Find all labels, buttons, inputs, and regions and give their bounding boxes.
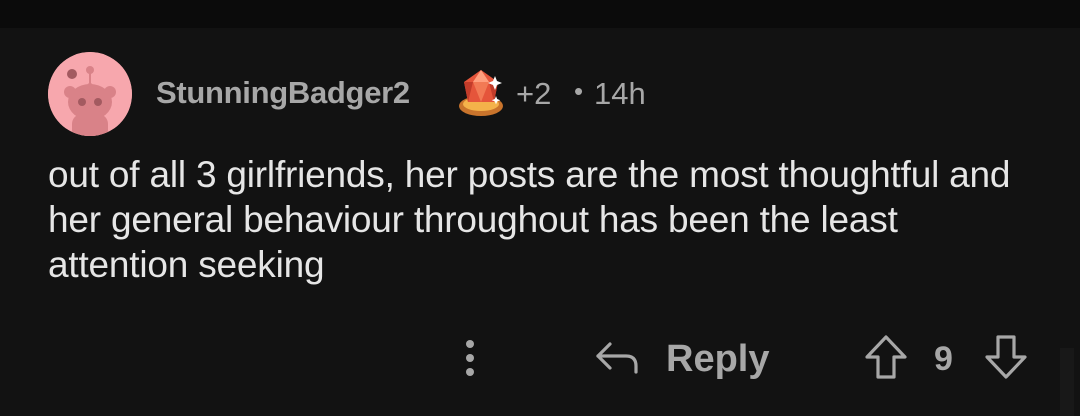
reply-label: Reply bbox=[666, 338, 770, 380]
more-options-button[interactable] bbox=[455, 335, 485, 381]
avatar[interactable] bbox=[48, 52, 132, 136]
upvote-button[interactable] bbox=[864, 334, 908, 380]
timestamp: 14h bbox=[594, 76, 646, 111]
vote-score: 9 bbox=[934, 340, 953, 378]
top-bar bbox=[0, 0, 1080, 28]
reply-arrow-icon bbox=[596, 342, 638, 374]
reply-button[interactable]: Reply bbox=[590, 332, 790, 384]
downvote-arrow-icon bbox=[985, 335, 1027, 379]
ruby-award-icon[interactable] bbox=[456, 66, 506, 118]
comment-card: StunningBadger2 +2 • 14h out of all 3 gi… bbox=[0, 28, 1080, 416]
snoo-avatar-icon bbox=[48, 52, 132, 136]
award-count: +2 bbox=[516, 76, 552, 111]
more-vertical-icon bbox=[466, 340, 474, 376]
username[interactable]: StunningBadger2 bbox=[156, 75, 410, 111]
upvote-arrow-icon bbox=[865, 335, 907, 379]
scrollbar[interactable] bbox=[1060, 348, 1074, 416]
comment-body: out of all 3 girlfriends, her posts are … bbox=[48, 154, 1011, 285]
downvote-button[interactable] bbox=[984, 334, 1028, 380]
meta-separator: • bbox=[574, 76, 584, 106]
